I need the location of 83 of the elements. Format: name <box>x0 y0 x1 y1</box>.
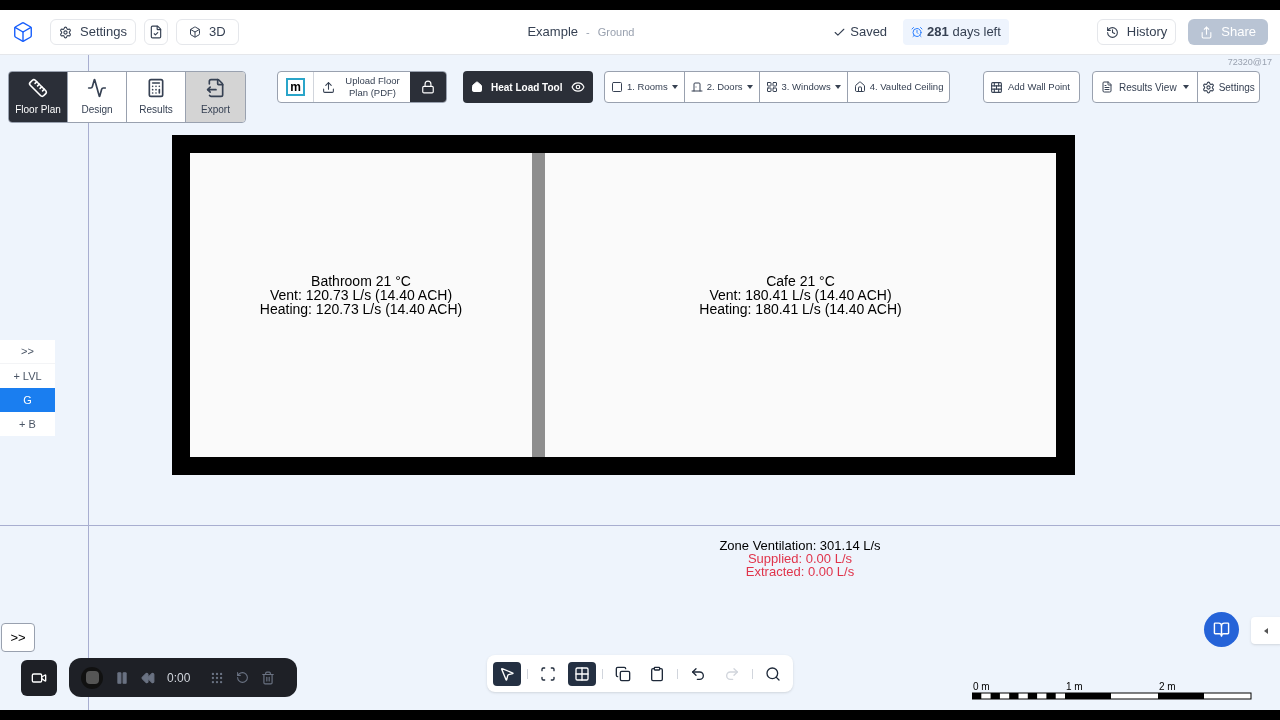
cube-icon <box>189 26 201 38</box>
house-icon <box>471 81 483 93</box>
step-button[interactable]: 1. Rooms <box>605 72 685 102</box>
square-icon <box>611 81 623 93</box>
add-wall-point-button[interactable]: Add Wall Point <box>983 71 1080 103</box>
settings-button[interactable]: Settings <box>50 19 136 45</box>
airflow-warning: Extracted: 0.00 L/s <box>745 565 855 578</box>
scale-label: 0 m <box>973 682 990 692</box>
rewind-icon[interactable] <box>141 670 155 685</box>
caret-icon <box>834 85 841 89</box>
undo-icon <box>690 665 706 682</box>
lock-button[interactable] <box>410 72 446 102</box>
grid-dots-icon[interactable] <box>210 670 225 685</box>
level-subtitle: Ground <box>597 24 635 40</box>
camera-button[interactable] <box>21 660 57 696</box>
view-settings-button[interactable]: Settings <box>1197 72 1259 102</box>
cube-logo-icon[interactable] <box>12 21 34 43</box>
caret-left-icon <box>1264 627 1268 634</box>
level-tab[interactable]: G <box>0 388 55 412</box>
mode-tab[interactable]: Results <box>127 72 186 122</box>
search-icon <box>765 665 781 682</box>
mode-tab[interactable]: Export <box>186 72 245 122</box>
caret-icon <box>1182 85 1189 89</box>
panel-toggle-button[interactable]: >> <box>1 623 35 652</box>
upload-icon <box>322 80 335 94</box>
settings-icon <box>1201 80 1215 94</box>
room-label: Bathroom 21 °C Vent: 120.73 L/s (14.40 ACH) Heating: 120.73 L/s (14.40 ACH) <box>259 274 463 316</box>
lock-icon <box>421 80 435 94</box>
step-button[interactable]: 2. Doors <box>684 72 760 102</box>
recording-time: 0:00 <box>167 669 191 687</box>
ruler-icon <box>28 77 48 98</box>
open-book-icon <box>1213 621 1230 638</box>
room[interactable]: Bathroom 21 °C Vent: 120.73 L/s (14.40 ACH) Heating: 120.73 L/s (14.40 ACH) <box>190 153 532 457</box>
stop-icon[interactable] <box>81 666 103 689</box>
project-title: Example <box>527 23 578 42</box>
mode-tab[interactable]: Design <box>68 72 127 122</box>
brick-wall-icon <box>990 80 1003 94</box>
saved-status: Saved <box>833 22 888 42</box>
step-button[interactable]: 4. Vaulted Ceiling <box>847 72 950 102</box>
checklist-button[interactable] <box>144 19 168 45</box>
settings-icon <box>59 25 72 39</box>
file-check-icon <box>149 25 163 39</box>
share-icon <box>1200 25 1214 39</box>
results-view-button[interactable]: Results View <box>1093 72 1198 102</box>
pointer-tool[interactable] <box>493 661 521 686</box>
view-3d-button[interactable]: 3D <box>176 19 239 45</box>
trash-icon[interactable] <box>261 670 276 685</box>
history-button[interactable]: History <box>1096 19 1177 45</box>
copy-icon <box>615 665 631 682</box>
redo-icon <box>724 665 740 682</box>
calculator-icon <box>146 77 166 98</box>
grid-tool[interactable] <box>568 661 596 686</box>
history-icon <box>1105 25 1119 39</box>
build-id: 72320@17 <box>1227 56 1272 69</box>
door-icon <box>690 81 703 93</box>
title-separator: - <box>586 24 590 40</box>
clipboard-icon <box>649 665 665 682</box>
pause-icon[interactable] <box>115 670 129 685</box>
m-logo[interactable]: m <box>278 72 314 102</box>
heat-load-tool-button[interactable]: Heat Load Tool <box>463 71 593 103</box>
fit-view-icon <box>540 665 556 682</box>
room-label: Cafe 21 °C Vent: 180.41 L/s (14.40 ACH) Heating: 180.41 L/s (14.40 ACH) <box>699 274 902 316</box>
pointer-icon <box>499 665 515 682</box>
room[interactable]: Cafe 21 °C Vent: 180.41 L/s (14.40 ACH) Heating: 180.41 L/s (14.40 ACH) <box>545 153 1056 457</box>
caret-icon <box>671 85 678 89</box>
document-icon <box>1101 81 1113 93</box>
grid-icon <box>574 665 590 682</box>
mode-tab[interactable]: Floor Plan <box>9 72 68 122</box>
step-button[interactable]: 3. Windows <box>759 72 848 102</box>
file-export-icon <box>205 77 226 98</box>
scale-label: 2 m <box>1159 682 1176 692</box>
zone-ventilation-total: Zone Ventilation: 301.14 L/s <box>719 539 881 552</box>
airflow-warning: Supplied: 0.00 L/s <box>747 552 853 565</box>
house-outline-icon <box>853 81 866 93</box>
reset-icon[interactable] <box>236 671 250 684</box>
upload-floor-plan-button[interactable]: Upload Floor Plan (PDF) <box>314 72 410 102</box>
help-button[interactable] <box>1204 612 1239 647</box>
logo-letter: m <box>286 78 305 96</box>
alarm-clock-icon <box>911 26 924 38</box>
caret-icon <box>746 85 753 89</box>
trial-badge: 281 days left <box>903 19 1009 45</box>
scale-label: 1 m <box>1066 682 1083 692</box>
video-camera-icon <box>31 670 47 686</box>
